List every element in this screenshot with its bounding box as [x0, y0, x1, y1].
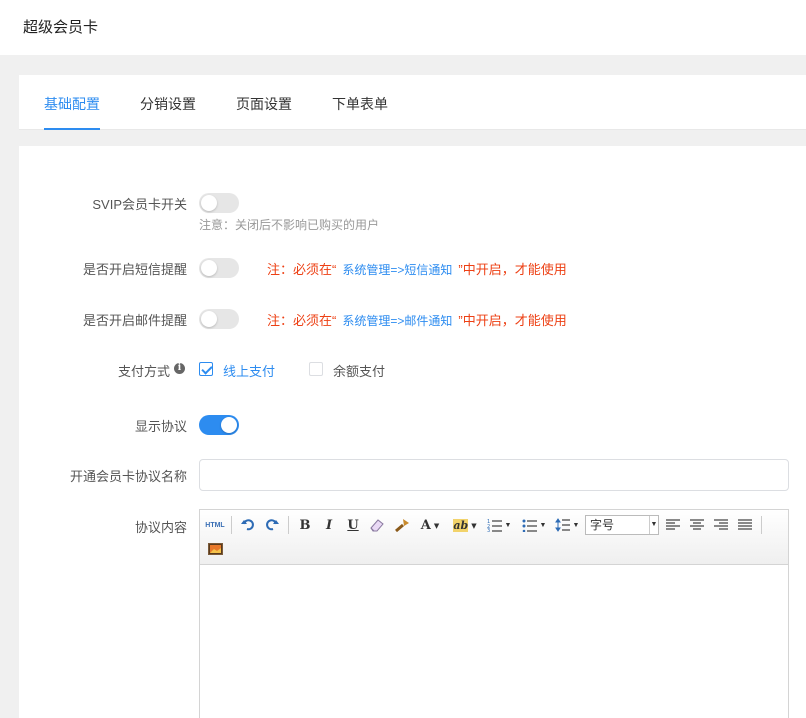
switch-knob: [201, 311, 217, 327]
sms-reminder-label: 是否开启短信提醒: [82, 262, 187, 277]
align-left-icon[interactable]: [664, 516, 682, 534]
email-reminder-switch[interactable]: [199, 309, 239, 329]
chevron-down-icon: ▼: [471, 520, 477, 530]
agreement-name-input[interactable]: [199, 459, 789, 491]
switch-knob: [201, 195, 217, 211]
balance-payment-checkbox[interactable]: [309, 362, 323, 376]
email-reminder-warning: 注：必须在“ 系统管理=>邮件通知 ”中开启，才能使用: [267, 310, 567, 329]
redo-icon[interactable]: [263, 516, 281, 534]
switch-knob: [201, 260, 217, 276]
page-header: 超级会员卡: [0, 0, 806, 55]
rich-text-editor[interactable]: HTML B I U A ▼ ab ▼ 1 2 3 ▼ ▼ ▼ 字号 ▼: [199, 509, 789, 718]
email-reminder-label: 是否开启邮件提醒: [82, 313, 187, 328]
line-height-icon[interactable]: ▼: [553, 516, 581, 534]
sms-settings-link[interactable]: 系统管理=>短信通知: [342, 263, 452, 277]
underline-icon[interactable]: U: [345, 516, 361, 534]
warning-prefix: 注：必须在“: [267, 262, 337, 277]
balance-payment-label[interactable]: 余额支付: [333, 361, 385, 380]
tab-order-form[interactable]: 下单表单: [332, 94, 388, 114]
chevron-down-icon: ▼: [649, 516, 658, 534]
warning-suffix: ”中开启，才能使用: [458, 313, 567, 328]
online-payment-label[interactable]: 线上支付: [223, 361, 275, 380]
tab-bar: 基础配置 分销设置 页面设置 下单表单: [19, 75, 806, 130]
svip-switch[interactable]: [199, 193, 239, 213]
font-color-letter: A: [420, 517, 431, 533]
undo-icon[interactable]: [239, 516, 257, 534]
font-size-select[interactable]: 字号 ▼: [585, 515, 659, 535]
show-agreement-label: 显示协议: [134, 419, 187, 434]
html-source-icon[interactable]: HTML: [205, 516, 225, 534]
agreement-name-label: 开通会员卡协议名称: [69, 469, 187, 484]
tab-page-settings[interactable]: 页面设置: [236, 94, 292, 114]
toolbar-divider: [288, 516, 289, 534]
chevron-down-icon: ▼: [539, 521, 547, 529]
italic-icon[interactable]: I: [321, 516, 337, 534]
form-card: SVIP会员卡开关 注意：关闭后不影响已购买的用户 是否开启短信提醒 注：必须在…: [19, 146, 806, 718]
payment-method-label: 支付方式: [117, 364, 170, 379]
info-icon[interactable]: i: [174, 363, 185, 374]
chevron-down-icon: ▼: [572, 521, 580, 529]
page-title: 超级会员卡: [23, 19, 99, 36]
ordered-list-icon[interactable]: 1 2 3 ▼: [485, 516, 513, 534]
toolbar-divider: [761, 516, 762, 534]
align-center-icon[interactable]: [688, 516, 706, 534]
svg-text:3: 3: [487, 528, 490, 532]
editor-toolbar: HTML B I U A ▼ ab ▼ 1 2 3 ▼ ▼ ▼ 字号 ▼: [200, 510, 788, 565]
toolbar-divider: [231, 516, 232, 534]
online-payment-checkbox[interactable]: [199, 362, 213, 376]
chevron-down-icon: ▼: [433, 520, 440, 530]
chevron-down-icon: ▼: [504, 521, 512, 529]
agreement-content-label: 协议内容: [134, 520, 187, 535]
align-justify-icon[interactable]: [736, 516, 754, 534]
eraser-icon[interactable]: [368, 516, 386, 534]
switch-knob: [221, 417, 237, 433]
warning-suffix: ”中开启，才能使用: [458, 262, 567, 277]
bold-icon[interactable]: B: [297, 516, 313, 534]
svip-switch-label: SVIP会员卡开关: [92, 197, 187, 212]
format-painter-icon[interactable]: [393, 516, 411, 534]
unordered-list-icon[interactable]: ▼: [520, 516, 548, 534]
highlight-color-icon[interactable]: ab ▼: [450, 516, 480, 534]
insert-image-icon[interactable]: [206, 540, 224, 558]
active-tab-indicator: [44, 128, 100, 130]
warning-prefix: 注：必须在“: [267, 313, 337, 328]
tab-distribution-settings[interactable]: 分销设置: [140, 94, 196, 114]
email-settings-link[interactable]: 系统管理=>邮件通知: [342, 314, 452, 328]
svip-switch-hint: 注意：关闭后不影响已购买的用户: [199, 218, 380, 232]
highlight-letters: ab: [453, 518, 469, 532]
sms-reminder-warning: 注：必须在“ 系统管理=>短信通知 ”中开启，才能使用: [267, 259, 567, 278]
show-agreement-switch[interactable]: [199, 415, 239, 435]
font-color-icon[interactable]: A ▼: [418, 516, 442, 534]
sms-reminder-switch[interactable]: [199, 258, 239, 278]
font-size-placeholder: 字号: [590, 518, 615, 532]
tab-basic-config[interactable]: 基础配置: [44, 94, 100, 114]
align-right-icon[interactable]: [712, 516, 730, 534]
